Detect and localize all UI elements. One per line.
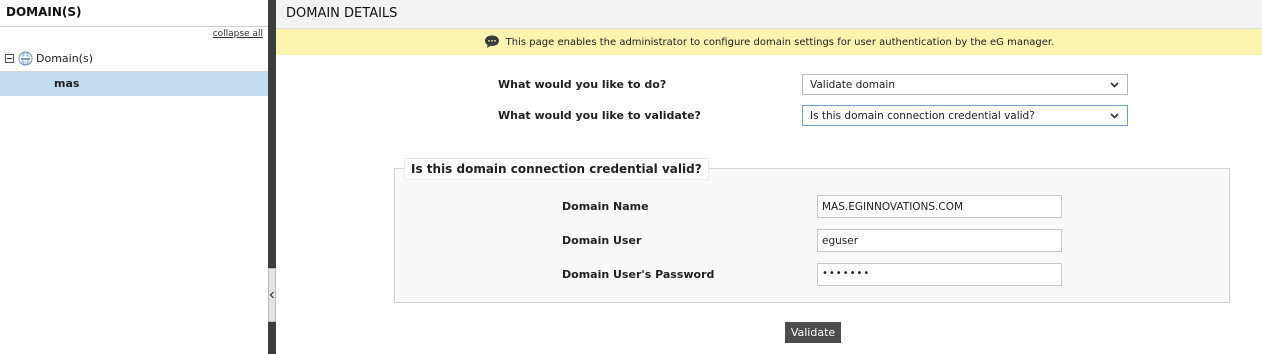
domain-user-field[interactable]: eguser <box>817 229 1062 252</box>
domains-panel: DOMAIN(S) collapse all www Domain(s) mas <box>0 0 268 354</box>
collapse-panel-button[interactable] <box>268 268 276 322</box>
section-legend: Is this domain connection credential val… <box>404 158 709 180</box>
panel-title: DOMAIN(S) <box>0 0 268 27</box>
password-field[interactable]: ••••••• <box>817 263 1062 286</box>
credential-section <box>394 168 1230 303</box>
page-title: DOMAIN DETAILS <box>276 0 1262 29</box>
tree-item-mas[interactable]: mas <box>0 72 268 96</box>
domain-details-panel: DOMAIN DETAILS This page enables the adm… <box>276 0 1262 354</box>
collapse-all-link[interactable]: collapse all <box>213 29 263 39</box>
svg-text:www: www <box>21 56 30 60</box>
chevron-down-icon <box>1110 82 1119 88</box>
minus-box-icon[interactable] <box>5 53 14 63</box>
tree-root-domains[interactable]: www Domain(s) <box>5 50 93 66</box>
action-select-value: Validate domain <box>810 79 895 91</box>
info-banner: This page enables the administrator to c… <box>276 29 1262 55</box>
domain-name-label: Domain Name <box>562 200 649 213</box>
validate-select[interactable]: Is this domain connection credential val… <box>802 105 1128 126</box>
validate-button[interactable]: Validate <box>785 322 841 343</box>
domain-name-field[interactable]: MAS.EGINNOVATIONS.COM <box>817 195 1062 218</box>
domain-user-label: Domain User <box>562 234 642 247</box>
globe-www-icon: www <box>18 50 33 66</box>
chevron-left-icon <box>269 291 274 299</box>
validate-select-value: Is this domain connection credential val… <box>810 110 1035 122</box>
chevron-down-icon <box>1110 113 1119 119</box>
action-question-label: What would you like to do? <box>498 78 667 91</box>
speech-bubble-icon <box>484 35 499 48</box>
password-label: Domain User's Password <box>562 268 715 281</box>
tree-root-label: Domain(s) <box>36 51 93 65</box>
banner-text: This page enables the administrator to c… <box>505 36 1055 48</box>
action-select[interactable]: Validate domain <box>802 74 1128 95</box>
validate-question-label: What would you like to validate? <box>498 109 701 122</box>
